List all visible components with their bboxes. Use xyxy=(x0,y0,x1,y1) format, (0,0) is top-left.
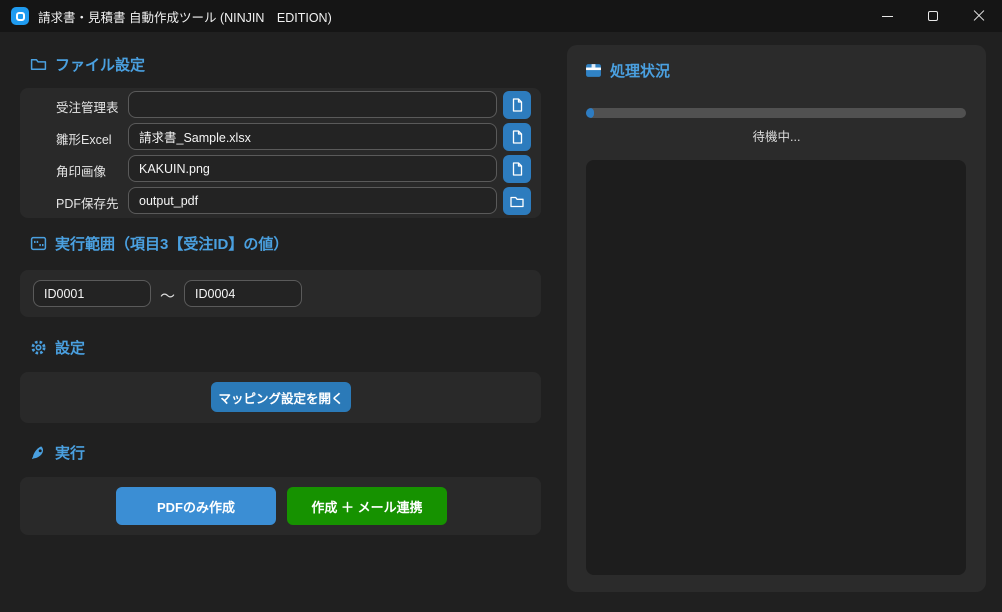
file-settings-heading: ファイル設定 xyxy=(30,54,145,75)
range-from-input[interactable] xyxy=(33,280,151,307)
pdf-output-input[interactable] xyxy=(128,187,497,214)
run-card xyxy=(20,477,541,535)
maximize-button[interactable] xyxy=(910,0,956,32)
status-text: 待機中... xyxy=(567,126,986,145)
log-output-area[interactable] xyxy=(586,160,966,575)
seal-image-input[interactable] xyxy=(128,155,497,182)
close-button[interactable] xyxy=(956,0,1002,32)
minimize-icon xyxy=(882,16,893,17)
seal-image-browse-button[interactable] xyxy=(503,155,531,183)
settings-heading: 設定 xyxy=(30,337,85,358)
order-table-input[interactable] xyxy=(128,91,497,118)
progress-bar-fill xyxy=(586,108,594,118)
range-heading-label: 実行範囲（項目3【受注ID】の値） xyxy=(55,233,288,254)
order-table-label: 受注管理表 xyxy=(56,97,119,116)
file-settings-heading-label: ファイル設定 xyxy=(55,54,145,75)
gear-icon xyxy=(30,339,47,356)
template-excel-label: 雛形Excel xyxy=(56,129,112,148)
status-box-icon xyxy=(585,62,602,79)
range-to-input[interactable] xyxy=(184,280,302,307)
app-icon-glyph xyxy=(16,12,25,21)
run-heading-label: 実行 xyxy=(55,442,85,463)
template-excel-browse-button[interactable] xyxy=(503,123,531,151)
window-controls xyxy=(864,0,1002,32)
minimize-button[interactable] xyxy=(864,0,910,32)
open-mapping-settings-button[interactable]: マッピング設定を開く xyxy=(211,382,351,412)
status-heading-label: 処理状況 xyxy=(610,60,670,81)
folder-icon xyxy=(510,195,524,208)
create-pdf-only-button[interactable]: PDFのみ作成 xyxy=(116,487,276,525)
window-title: 請求書・見積書 自動作成ツール (NINJIN EDITION) xyxy=(38,7,332,26)
progress-bar xyxy=(586,108,966,118)
file-icon xyxy=(511,130,524,144)
id-range-icon xyxy=(30,235,47,252)
run-heading: 実行 xyxy=(30,442,85,463)
pdf-output-browse-button[interactable] xyxy=(503,187,531,215)
order-table-browse-button[interactable] xyxy=(503,91,531,119)
folder-icon xyxy=(30,56,47,73)
seal-image-label: 角印画像 xyxy=(56,161,106,180)
rocket-icon xyxy=(30,444,47,461)
status-heading: 処理状況 xyxy=(585,60,670,81)
app-window: 請求書・見積書 自動作成ツール (NINJIN EDITION) ファイル設定 … xyxy=(0,0,1002,612)
close-icon xyxy=(973,10,985,22)
app-icon xyxy=(11,7,29,25)
settings-heading-label: 設定 xyxy=(55,337,85,358)
file-icon xyxy=(511,162,524,176)
pdf-output-label: PDF保存先 xyxy=(56,193,119,212)
template-excel-input[interactable] xyxy=(128,123,497,150)
create-and-mail-button[interactable]: 作成 ＋ メール連携 xyxy=(287,487,447,525)
range-separator: ～ xyxy=(160,285,175,306)
file-icon xyxy=(511,98,524,112)
range-heading: 実行範囲（項目3【受注ID】の値） xyxy=(30,233,288,254)
title-bar: 請求書・見積書 自動作成ツール (NINJIN EDITION) xyxy=(0,0,1002,32)
maximize-icon xyxy=(928,11,938,21)
